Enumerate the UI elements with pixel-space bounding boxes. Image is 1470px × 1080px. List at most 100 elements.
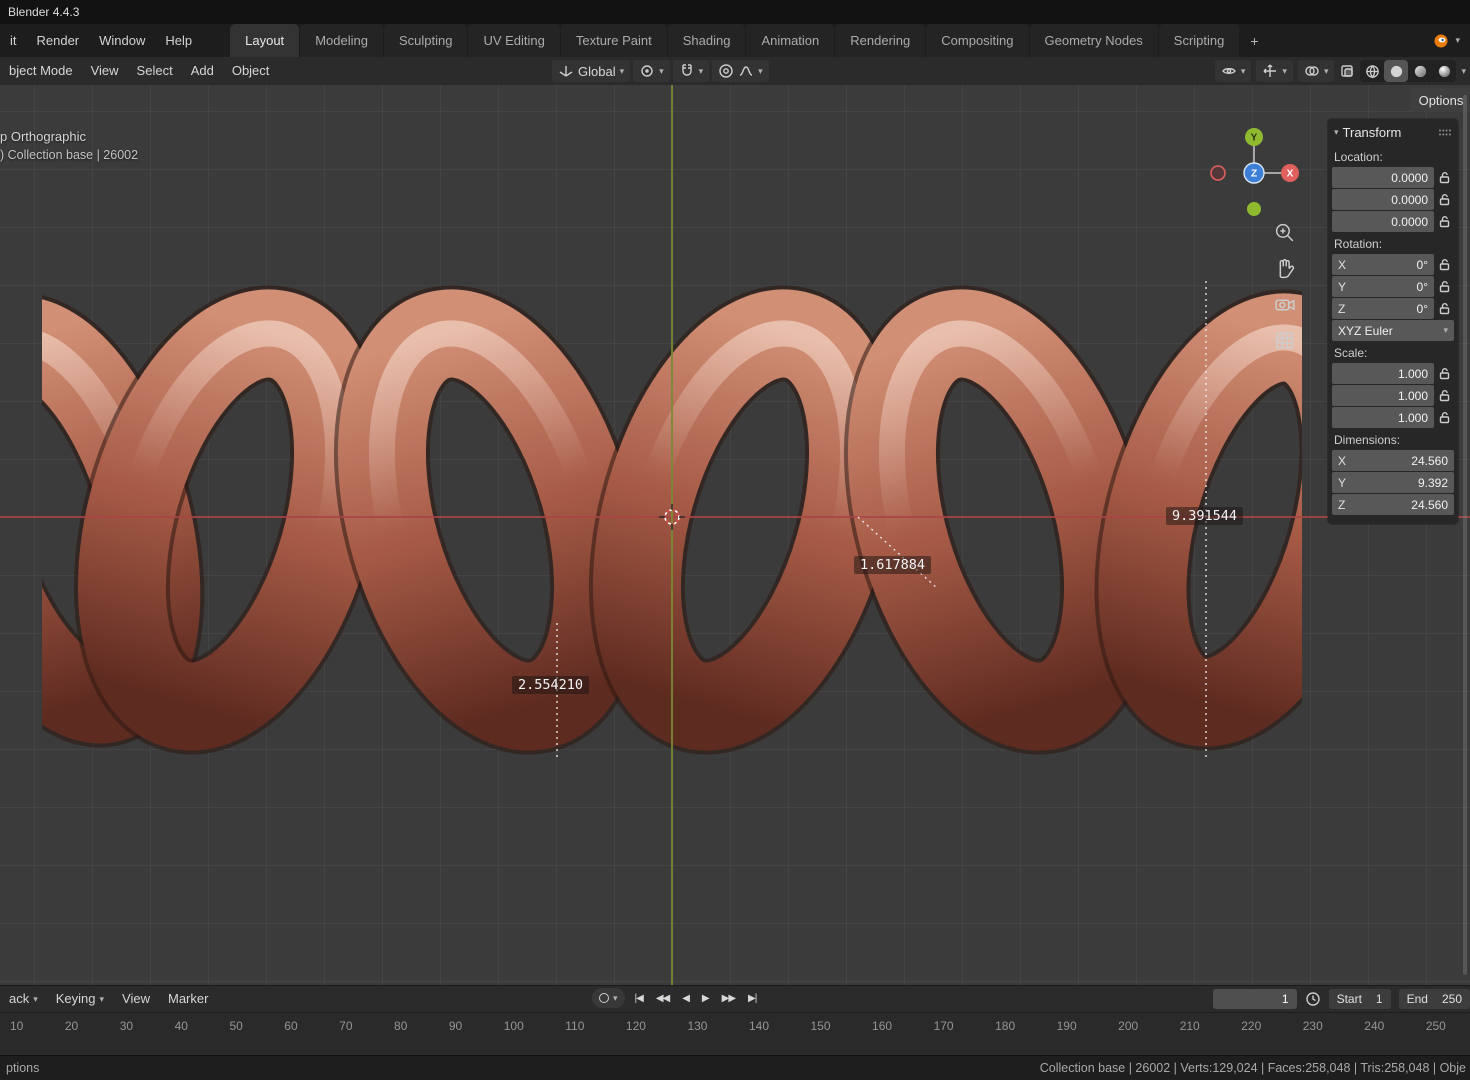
workspace-tab[interactable]: Texture Paint — [560, 24, 667, 57]
camera-view-icon[interactable] — [1273, 293, 1296, 316]
proportional-edit-toggle[interactable]: ▾ — [712, 60, 769, 82]
add-workspace-button[interactable]: + — [1240, 24, 1268, 57]
workspace-tab[interactable]: Rendering — [835, 24, 926, 57]
menu-item[interactable]: Help — [155, 24, 202, 57]
lock-open-icon[interactable] — [1434, 258, 1454, 271]
window-title: Blender 4.4.3 — [8, 5, 80, 19]
rotation-x-field[interactable]: X 0° — [1332, 254, 1434, 275]
play-button[interactable]: ▶ — [699, 991, 712, 1006]
timeline-menus: ack ▾ Keying ▾ View Marker — [0, 985, 217, 1013]
shading-rendered-icon[interactable] — [1432, 60, 1456, 82]
viewport-menu-item[interactable]: Select — [128, 57, 182, 85]
location-y-field[interactable]: 0.0000 — [1332, 189, 1434, 210]
pan-hand-icon[interactable] — [1273, 257, 1296, 280]
workspace-tab[interactable]: Layout — [230, 24, 300, 57]
orientation-icon — [558, 63, 574, 79]
scale-y-field[interactable]: 1.000 — [1332, 385, 1434, 406]
lock-open-icon[interactable] — [1434, 215, 1454, 228]
gizmo-y-label: Y — [1251, 133, 1258, 144]
workspace-tab[interactable]: Geometry Nodes — [1029, 24, 1158, 57]
lock-open-icon[interactable] — [1434, 367, 1454, 380]
menu-item[interactable]: it — [0, 24, 27, 57]
workspace-tab[interactable]: Sculpting — [383, 24, 468, 57]
workspace-tab[interactable]: Animation — [746, 24, 835, 57]
lock-open-icon[interactable] — [1434, 171, 1454, 184]
location-z-field[interactable]: 0.0000 — [1332, 211, 1434, 232]
gizmos-dropdown[interactable]: ▾ — [1256, 60, 1293, 82]
start-frame-field[interactable]: Start 1 — [1328, 989, 1391, 1009]
xray-toggle-icon[interactable] — [1339, 63, 1355, 79]
workspace-tab[interactable]: Modeling — [300, 24, 383, 57]
dimensions-x-field[interactable]: X 24.560 — [1332, 450, 1454, 471]
gizmo-x-neg-ball[interactable] — [1210, 165, 1226, 181]
rotation-y-field[interactable]: Y 0° — [1332, 276, 1434, 297]
jump-to-start-button[interactable]: |◀ — [632, 991, 646, 1006]
workspace-tab[interactable]: UV Editing — [468, 24, 560, 57]
shading-wireframe-icon[interactable] — [1360, 60, 1384, 82]
autokey-button[interactable]: ▾ — [592, 988, 625, 1008]
workspace-tab[interactable]: Shading — [667, 24, 746, 57]
keying-menu[interactable]: Keying ▾ — [47, 985, 113, 1013]
dimensions-y-field[interactable]: Y 9.392 — [1332, 472, 1454, 493]
jump-to-end-button[interactable]: ▶| — [745, 991, 759, 1006]
ruler-number: 110 — [565, 1019, 585, 1033]
location-label: Location: — [1334, 150, 1383, 164]
gizmo-y-neg-ball[interactable] — [1247, 202, 1261, 216]
rotation-z-field[interactable]: Z 0° — [1332, 298, 1434, 319]
workspace-tab[interactable]: Scripting — [1158, 24, 1240, 57]
workspace-tab[interactable]: Compositing — [926, 24, 1029, 57]
lock-open-icon[interactable] — [1434, 280, 1454, 293]
viewport-3d[interactable]: 9.391544 1.617884 2.554210 p Orthographi… — [0, 85, 1470, 985]
ruler-number: 50 — [229, 1019, 243, 1033]
lock-open-icon[interactable] — [1434, 411, 1454, 424]
chevron-down-icon[interactable]: ▾ — [1461, 66, 1466, 77]
lock-open-icon[interactable] — [1434, 389, 1454, 402]
scale-x-field[interactable]: 1.000 — [1332, 363, 1434, 384]
view-name-label: p Orthographic — [0, 129, 86, 144]
grid-ortho-icon[interactable] — [1273, 329, 1296, 352]
tool-options-button[interactable]: Options — [1410, 88, 1470, 112]
dimensions-z-field[interactable]: Z 24.560 — [1332, 494, 1454, 515]
current-frame-field[interactable]: 1 — [1212, 989, 1297, 1009]
rotation-label: Rotation: — [1334, 237, 1383, 251]
chevron-down-icon[interactable]: ▾ — [1455, 35, 1460, 46]
shading-solid-icon[interactable] — [1384, 60, 1409, 82]
mesh-object[interactable] — [0, 85, 1470, 985]
playback-menu[interactable]: ack ▾ — [0, 985, 47, 1013]
ruler-number: 170 — [933, 1019, 954, 1033]
panel-grip-icon[interactable] — [1438, 128, 1452, 137]
location-x-field[interactable]: 0.0000 — [1332, 167, 1434, 188]
pivot-dropdown[interactable]: ▾ — [633, 60, 670, 82]
viewport-menu-item[interactable]: bject Mode — [0, 57, 82, 85]
transform-panel-header[interactable]: ▾ Transform — [1328, 119, 1458, 145]
play-reverse-button[interactable]: ◀ — [679, 991, 692, 1006]
lock-open-icon[interactable] — [1434, 193, 1454, 206]
menu-item[interactable]: Window — [89, 24, 155, 57]
lock-open-icon[interactable] — [1434, 302, 1454, 315]
navigation-gizmo[interactable]: Y X Z — [1209, 128, 1299, 218]
overlays-dropdown[interactable]: ▾ — [1297, 60, 1335, 82]
viewport-scrollbar[interactable] — [1463, 95, 1467, 975]
ruler-number: 10 — [10, 1019, 24, 1033]
snap-toggle[interactable]: ▾ — [672, 60, 710, 82]
prev-keyframe-button[interactable]: ◀◀ — [653, 991, 672, 1006]
next-keyframe-button[interactable]: ▶▶ — [719, 991, 738, 1006]
end-frame-field[interactable]: End 250 — [1398, 989, 1470, 1009]
view-menu[interactable]: View — [113, 985, 159, 1013]
viewport-menu-item[interactable]: View — [82, 57, 128, 85]
orientation-dropdown[interactable]: Global ▾ — [552, 60, 631, 82]
blender-logo-icon[interactable] — [1433, 33, 1449, 49]
shading-material-icon[interactable] — [1408, 60, 1432, 82]
rotation-mode-dropdown[interactable]: XYZ Euler ▾ — [1332, 320, 1454, 341]
marker-menu[interactable]: Marker — [159, 985, 217, 1013]
menu-item[interactable]: Render — [27, 24, 90, 57]
timeline-ruler[interactable]: 10 20 30 40 50 60 70 80 90 100 110 120 130 140 150 160 1… — [0, 1013, 1470, 1055]
clock-icon[interactable] — [1305, 991, 1321, 1007]
viewport-menu-item[interactable]: Object — [223, 57, 279, 85]
visibility-dropdown[interactable]: ▾ — [1214, 60, 1252, 82]
zoom-icon[interactable] — [1273, 221, 1296, 244]
scale-z-field[interactable]: 1.000 — [1332, 407, 1434, 428]
ruler-number: 150 — [810, 1019, 831, 1033]
viewport-info-text: p Orthographic ) Collection base | 26002 — [0, 129, 138, 162]
viewport-menu-item[interactable]: Add — [182, 57, 223, 85]
